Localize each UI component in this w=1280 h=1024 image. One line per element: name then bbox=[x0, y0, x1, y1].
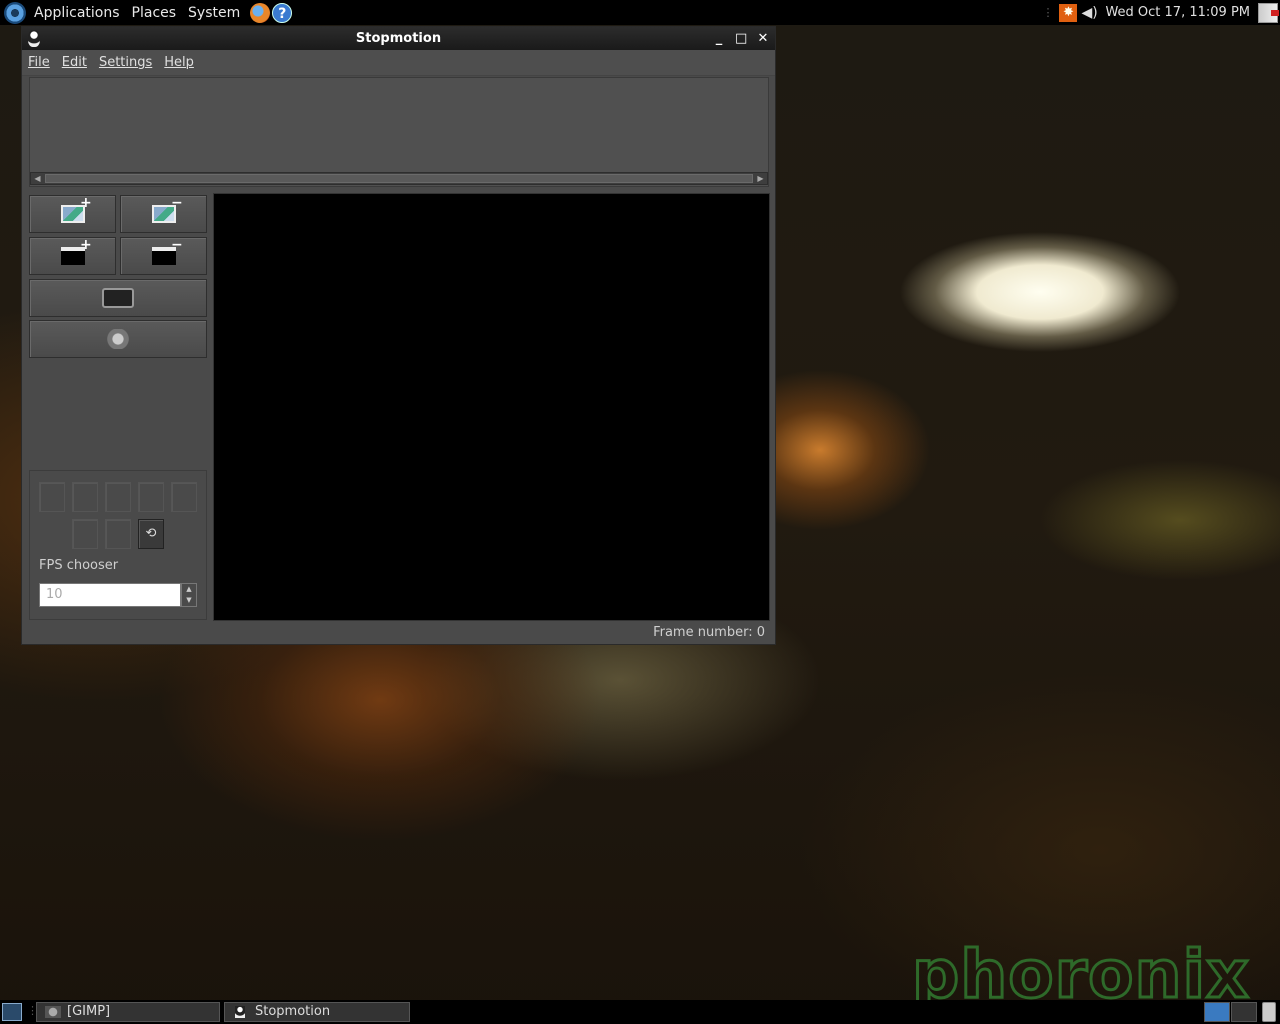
scrollbar-thumb[interactable] bbox=[45, 174, 753, 183]
menu-settings[interactable]: Settings bbox=[99, 55, 152, 70]
volume-icon[interactable]: ◀) bbox=[1081, 4, 1099, 22]
pause-button[interactable] bbox=[105, 519, 131, 549]
task-gimp[interactable]: [GIMP] bbox=[36, 1002, 220, 1022]
menu-help[interactable]: Help bbox=[164, 55, 194, 70]
scroll-right-icon[interactable]: ▶ bbox=[754, 173, 767, 184]
clock[interactable]: Wed Oct 17, 11:09 PM bbox=[1105, 5, 1250, 20]
playback-controls: ⟲ FPS chooser 10 ▲ ▼ bbox=[29, 470, 207, 620]
first-frame-button[interactable] bbox=[39, 482, 65, 512]
task-label: [GIMP] bbox=[67, 1004, 111, 1019]
camera-button[interactable] bbox=[29, 279, 207, 317]
task-stopmotion[interactable]: Stopmotion bbox=[224, 1002, 410, 1022]
workspace-2[interactable] bbox=[1231, 1002, 1257, 1022]
launch-gimp-button[interactable] bbox=[29, 320, 207, 358]
minimize-button[interactable]: _ bbox=[713, 31, 725, 46]
top-panel: Applications Places System ? ⋮ ✸ ◀) Wed … bbox=[0, 0, 1280, 25]
trash-icon[interactable] bbox=[1262, 1002, 1276, 1022]
window-titlebar[interactable]: Stopmotion _ □ ✕ bbox=[22, 27, 775, 50]
system-menu[interactable]: System bbox=[182, 5, 246, 21]
logout-icon[interactable] bbox=[1258, 2, 1279, 23]
firefox-icon[interactable] bbox=[250, 2, 271, 23]
spin-up-icon[interactable]: ▲ bbox=[182, 584, 196, 595]
loop-button[interactable]: ⟲ bbox=[138, 519, 164, 549]
stopmotion-window: Stopmotion _ □ ✕ File Edit Settings Help… bbox=[21, 26, 776, 645]
minus-icon: − bbox=[171, 195, 183, 211]
phoronix-watermark: phoronix bbox=[911, 936, 1251, 1013]
system-tray: ⋮ ✸ ◀) Wed Oct 17, 11:09 PM bbox=[1042, 0, 1280, 25]
video-camera-icon bbox=[102, 288, 134, 308]
stop-button[interactable] bbox=[72, 519, 98, 549]
new-scene-button[interactable]: + bbox=[29, 237, 116, 275]
help-icon[interactable]: ? bbox=[272, 2, 293, 23]
window-title: Stopmotion bbox=[355, 31, 442, 46]
task-label: Stopmotion bbox=[255, 1004, 331, 1019]
remove-scene-button[interactable]: − bbox=[120, 237, 207, 275]
horizontal-scrollbar[interactable]: ◀ ▶ bbox=[30, 172, 768, 185]
maximize-button[interactable]: □ bbox=[735, 31, 747, 46]
fps-input[interactable]: 10 bbox=[39, 583, 181, 607]
previous-frame-button[interactable] bbox=[72, 482, 98, 512]
menu-file[interactable]: File bbox=[28, 55, 50, 70]
last-frame-button[interactable] bbox=[171, 482, 197, 512]
play-button[interactable] bbox=[105, 482, 131, 512]
stopmotion-app-icon[interactable] bbox=[28, 30, 40, 47]
fps-chooser-label: FPS chooser bbox=[39, 558, 119, 573]
spin-down-icon[interactable]: ▼ bbox=[182, 595, 196, 606]
minus-icon: − bbox=[171, 237, 183, 253]
next-frame-button[interactable] bbox=[138, 482, 164, 512]
gimp-icon bbox=[104, 329, 132, 349]
os-logo-icon[interactable] bbox=[4, 1, 26, 24]
plus-icon: + bbox=[80, 195, 92, 211]
add-frames-button[interactable]: + bbox=[29, 195, 116, 233]
tray-grip: ⋮ bbox=[1042, 6, 1054, 19]
update-notifier-icon[interactable]: ✸ bbox=[1059, 3, 1078, 22]
gimp-task-icon bbox=[45, 1006, 61, 1018]
menu-edit[interactable]: Edit bbox=[62, 55, 87, 70]
frame-preview-area[interactable] bbox=[213, 193, 770, 621]
places-menu[interactable]: Places bbox=[126, 5, 183, 21]
workspace-1[interactable] bbox=[1204, 1002, 1230, 1022]
bottom-panel: ⋮ [GIMP] Stopmotion bbox=[0, 1000, 1280, 1024]
fps-spinner[interactable]: ▲ ▼ bbox=[181, 583, 197, 607]
remove-frames-button[interactable]: − bbox=[120, 195, 207, 233]
applications-menu[interactable]: Applications bbox=[28, 5, 126, 21]
menubar: File Edit Settings Help bbox=[22, 50, 775, 76]
frame-thumbnail-strip[interactable] bbox=[29, 77, 769, 187]
close-button[interactable]: ✕ bbox=[757, 31, 769, 46]
plus-icon: + bbox=[80, 237, 92, 253]
frame-number-status: Frame number: 0 bbox=[653, 625, 765, 640]
stopmotion-task-icon bbox=[235, 1006, 245, 1018]
show-desktop-icon[interactable] bbox=[2, 1003, 22, 1021]
scroll-left-icon[interactable]: ◀ bbox=[31, 173, 44, 184]
